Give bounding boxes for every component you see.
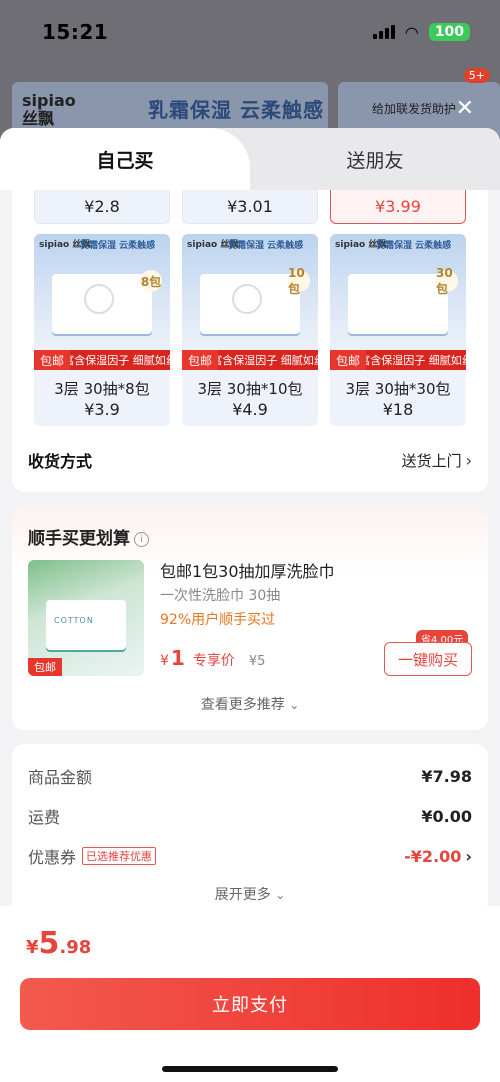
sku-slogan: 乳霜保湿 云柔触感 <box>80 241 156 251</box>
close-icon[interactable]: ✕ <box>456 96 474 121</box>
cellular-signal-icon <box>372 25 395 39</box>
sku-price: ¥3.9 <box>84 400 120 419</box>
coupon-row[interactable]: 优惠券 已选推荐优惠 -¥2.00 › <box>28 844 472 868</box>
sku-name: 3层 30抽*30包 <box>345 380 451 398</box>
free-shipping-tag: 包邮 <box>330 350 366 370</box>
exclusive-price-label: 专享价 <box>192 653 235 669</box>
tissue-pack-image <box>348 274 448 334</box>
pay-now-button[interactable]: 立即支付 <box>20 978 480 1030</box>
chevron-right-icon: › <box>465 450 472 470</box>
feature-text: 富含保湿因子 细腻如丝 <box>70 350 170 370</box>
addon-price-value: 1 <box>170 646 185 670</box>
goods-amount-value: ¥7.98 <box>421 766 472 786</box>
sku-ribbon: 包邮 富含保湿因子 细腻如丝 <box>34 350 170 370</box>
sku-slogan: 乳霜保湿 云柔触感 <box>228 241 304 251</box>
freight-value: ¥0.00 <box>421 806 472 826</box>
bear-mascot-icon <box>232 284 262 314</box>
sku-option-top-2[interactable]: ¥3.01 <box>182 190 318 224</box>
chevron-down-icon: ⌄ <box>289 698 300 712</box>
sku-ribbon: 包邮 富含保湿因子 细腻如丝 <box>330 350 466 370</box>
sku-slogan: 乳霜保湿 云柔触感 <box>376 241 452 251</box>
battery-indicator: 100 <box>428 23 470 41</box>
sku-option-8-pack[interactable]: sipiao 丝飘 乳霜保湿 云柔触感 8包 包邮 富含保湿因子 细腻如丝 3层… <box>34 234 170 426</box>
sku-price: ¥4.9 <box>232 400 268 419</box>
total-price: ¥ 5 .98 <box>26 926 92 961</box>
shipping-label: 收货方式 <box>28 452 93 471</box>
sku-name: 3层 30抽*10包 <box>197 380 303 398</box>
status-icons: ◠ 100 <box>372 22 470 42</box>
free-shipping-tag: 包邮 <box>34 350 70 370</box>
checkout-sheet: 自己买 送朋友 ¥2.8 ¥3.01 ¥3.99 sipiao 丝飘 乳霜保湿 … <box>0 128 500 1082</box>
bear-mascot-icon <box>84 284 114 314</box>
addon-title: 顺手买更划算 i <box>28 524 149 549</box>
addon-price: ¥ 1 专享价 ¥5 <box>160 646 266 670</box>
sku-card: ¥2.8 ¥3.01 ¥3.99 sipiao 丝飘 乳霜保湿 云柔触感 8包 … <box>12 190 488 492</box>
addon-recommendation-card: 顺手买更划算 i COTTON 包邮 包邮1包30抽加厚洗脸巾 一次性洗脸巾 30… <box>12 506 488 730</box>
status-bar: 15:21 ◠ 100 <box>0 0 500 64</box>
pack-count-badge: 8包 <box>140 270 162 292</box>
cart-badge: 5+ <box>463 68 490 83</box>
background-logo: sipiao 丝飘 <box>22 91 76 128</box>
pack-count-badge: 30包 <box>436 266 458 296</box>
free-shipping-tag: 包邮 <box>182 350 218 370</box>
addon-product-subtitle: 一次性洗脸巾 30抽 <box>160 588 281 604</box>
coupon-value: -¥2.00 › <box>404 846 472 866</box>
pack-count-badge: 10包 <box>288 266 310 296</box>
home-indicator <box>162 1066 338 1072</box>
sku-option-10-pack[interactable]: sipiao 丝飘 乳霜保湿 云柔触感 10包 包邮 富含保湿因子 细腻如丝 3… <box>182 234 318 426</box>
background-pill-text: 给加联发货助护 <box>372 102 457 116</box>
chevron-right-icon: › <box>465 846 472 866</box>
expand-more-link[interactable]: 展开更多 ⌄ <box>12 884 488 904</box>
shipping-value: 送货上门 › <box>401 450 472 470</box>
tab-gift-friend[interactable]: 送朋友 <box>250 128 500 190</box>
sku-ribbon: 包邮 富含保湿因子 细腻如丝 <box>182 350 318 370</box>
addon-product-image[interactable]: COTTON 包邮 <box>28 560 144 676</box>
feature-text: 富含保湿因子 细腻如丝 <box>366 350 466 370</box>
background-slogan: 乳霜保湿 云柔触感 <box>148 98 324 122</box>
addon-popularity: 92%用户顺手买过 <box>160 612 276 628</box>
one-click-buy-button[interactable]: 一键购买 <box>384 642 472 676</box>
tab-buy-for-self[interactable]: 自己买 <box>0 128 250 190</box>
goods-amount-label: 商品金额 <box>28 768 93 787</box>
tab-bar: 自己买 送朋友 <box>0 128 500 190</box>
coupon-label: 优惠券 <box>28 848 77 867</box>
sku-option-30-pack[interactable]: sipiao 丝飘 乳霜保湿 云柔触感 30包 包邮 富含保湿因子 细腻如丝 3… <box>330 234 466 426</box>
more-recommendations-link[interactable]: 查看更多推荐 ⌄ <box>12 694 488 714</box>
face-towel-box-image <box>46 600 126 650</box>
goods-amount-row: 商品金额 ¥7.98 <box>28 764 472 788</box>
status-time: 15:21 <box>42 20 109 44</box>
sku-price: ¥18 <box>382 400 414 419</box>
product-image-label: COTTON <box>54 616 94 625</box>
sku-option-top-1[interactable]: ¥2.8 <box>34 190 170 224</box>
wifi-icon: ◠ <box>404 22 419 42</box>
chevron-down-icon: ⌄ <box>275 888 286 902</box>
feature-text: 富含保湿因子 细腻如丝 <box>218 350 318 370</box>
free-shipping-tag: 包邮 <box>28 658 62 676</box>
freight-row: 运费 ¥0.00 <box>28 804 472 828</box>
info-icon[interactable]: i <box>134 532 149 547</box>
freight-label: 运费 <box>28 808 61 827</box>
shipping-method-row[interactable]: 收货方式 送货上门 › <box>28 445 472 475</box>
sku-option-top-3-selected[interactable]: ¥3.99 <box>330 190 466 224</box>
price-summary-card: 商品金额 ¥7.98 运费 ¥0.00 优惠券 已选推荐优惠 -¥2.00 › 展开… <box>12 744 488 914</box>
sku-name: 3层 30抽*8包 <box>54 380 150 398</box>
addon-product-title[interactable]: 包邮1包30抽加厚洗脸巾 <box>160 558 335 582</box>
coupon-label-group: 优惠券 已选推荐优惠 <box>28 844 157 868</box>
coupon-recommended-tag: 已选推荐优惠 <box>82 847 157 865</box>
original-price: ¥5 <box>248 654 266 669</box>
checkout-bar: ¥ 5 .98 立即支付 <box>0 906 500 1082</box>
